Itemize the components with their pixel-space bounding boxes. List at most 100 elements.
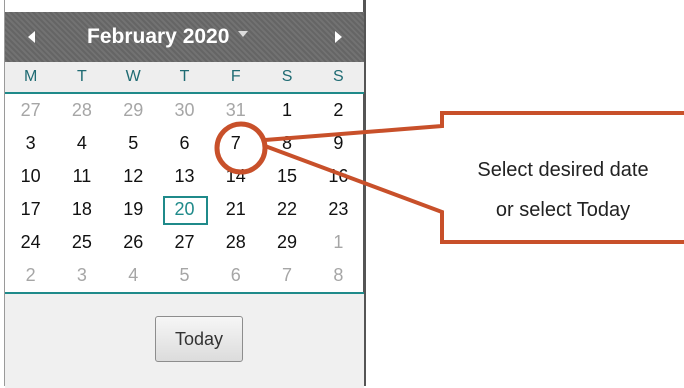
day-cell[interactable]: 1 bbox=[261, 94, 312, 127]
weekday-label: T bbox=[179, 68, 190, 85]
day-cell[interactable]: 19 bbox=[108, 193, 159, 226]
day-cell[interactable]: 22 bbox=[261, 193, 312, 226]
day-cell[interactable]: 27 bbox=[5, 94, 56, 127]
day-number: 27 bbox=[174, 232, 195, 252]
day-grid: 27 28 29 30 31 1 2 3 4 5 6 7 8 9 10 11 12 13 14 15 16 17 18 19 2… bbox=[5, 94, 364, 292]
weekday-label: T bbox=[77, 68, 87, 85]
day-cell[interactable]: 29 bbox=[261, 226, 312, 259]
triangle-down-icon bbox=[238, 31, 249, 37]
prev-month-button[interactable] bbox=[11, 12, 51, 62]
day-cell[interactable]: 1 bbox=[313, 226, 364, 259]
day-cell[interactable]: 9 bbox=[313, 127, 364, 160]
day-cell[interactable]: 30 bbox=[159, 94, 210, 127]
day-cell[interactable]: 14 bbox=[210, 160, 261, 193]
day-number: 18 bbox=[71, 199, 92, 219]
day-number: 3 bbox=[25, 133, 36, 153]
day-cell[interactable]: 26 bbox=[108, 226, 159, 259]
day-cell[interactable]: 10 bbox=[5, 160, 56, 193]
day-number: 27 bbox=[20, 100, 41, 120]
day-number: 31 bbox=[225, 100, 246, 120]
day-cell[interactable]: 27 bbox=[159, 226, 210, 259]
day-cell[interactable]: 5 bbox=[108, 127, 159, 160]
day-cell[interactable]: 18 bbox=[56, 193, 107, 226]
day-cell[interactable]: 21 bbox=[210, 193, 261, 226]
day-number: 5 bbox=[179, 265, 190, 285]
weekday-label: S bbox=[332, 68, 344, 85]
weekday-label: W bbox=[125, 68, 141, 85]
day-number: 30 bbox=[174, 100, 195, 120]
day-cell[interactable]: 23 bbox=[313, 193, 364, 226]
day-number: 2 bbox=[25, 265, 36, 285]
day-number: 14 bbox=[225, 166, 246, 186]
day-cell[interactable]: 2 bbox=[313, 94, 364, 127]
day-cell[interactable]: 17 bbox=[5, 193, 56, 226]
day-cell[interactable]: 11 bbox=[56, 160, 107, 193]
weekday-label: S bbox=[281, 68, 293, 85]
day-number: 19 bbox=[123, 199, 144, 219]
week-row: 2 3 4 5 6 7 8 bbox=[5, 259, 364, 292]
day-number: 8 bbox=[333, 265, 344, 285]
day-number: 17 bbox=[20, 199, 41, 219]
day-number: 3 bbox=[76, 265, 87, 285]
day-cell[interactable]: 16 bbox=[313, 160, 364, 193]
day-number: 23 bbox=[328, 199, 349, 219]
day-cell[interactable]: 31 bbox=[210, 94, 261, 127]
day-number: 9 bbox=[333, 133, 344, 153]
weekday-header: M T W T F S S bbox=[5, 62, 364, 94]
day-number: 20 bbox=[174, 199, 195, 219]
day-cell[interactable]: 6 bbox=[210, 259, 261, 292]
weekday-label: M bbox=[23, 68, 38, 85]
day-number: 6 bbox=[179, 133, 190, 153]
day-cell[interactable]: 24 bbox=[5, 226, 56, 259]
day-cell[interactable]: 7 bbox=[261, 259, 312, 292]
day-number: 4 bbox=[76, 133, 87, 153]
day-cell[interactable]: 15 bbox=[261, 160, 312, 193]
day-number: 22 bbox=[277, 199, 298, 219]
day-cell[interactable]: 3 bbox=[56, 259, 107, 292]
day-cell[interactable]: 29 bbox=[108, 94, 159, 127]
day-cell[interactable]: 28 bbox=[210, 226, 261, 259]
triangle-right-icon bbox=[334, 31, 342, 43]
day-cell[interactable]: 4 bbox=[108, 259, 159, 292]
week-row: 10 11 12 13 14 15 16 bbox=[5, 160, 364, 193]
day-cell[interactable]: 13 bbox=[159, 160, 210, 193]
callout-line-1: Select desired date bbox=[477, 159, 649, 181]
day-cell[interactable]: 28 bbox=[56, 94, 107, 127]
day-number: 4 bbox=[128, 265, 139, 285]
day-number: 26 bbox=[123, 232, 144, 252]
month-year-selector[interactable]: February 2020 bbox=[87, 12, 249, 62]
day-cell[interactable]: 2 bbox=[5, 259, 56, 292]
day-number: 29 bbox=[123, 100, 144, 120]
week-row: 24 25 26 27 28 29 1 bbox=[5, 226, 364, 259]
day-cell[interactable]: 8 bbox=[313, 259, 364, 292]
day-number: 25 bbox=[71, 232, 92, 252]
next-month-button[interactable] bbox=[318, 12, 358, 62]
day-cell[interactable]: 7 bbox=[210, 127, 261, 160]
day-cell[interactable]: 3 bbox=[5, 127, 56, 160]
callout-box: Select desired date or select Today bbox=[442, 150, 684, 246]
day-cell[interactable]: 4 bbox=[56, 127, 107, 160]
day-number: 16 bbox=[328, 166, 349, 186]
day-number: 6 bbox=[230, 265, 241, 285]
day-cell[interactable]: 12 bbox=[108, 160, 159, 193]
day-cell[interactable]: 5 bbox=[159, 259, 210, 292]
day-number: 12 bbox=[123, 166, 144, 186]
day-number: 1 bbox=[333, 232, 344, 252]
month-year-label: February 2020 bbox=[87, 25, 230, 48]
today-button[interactable]: Today bbox=[155, 316, 243, 362]
day-number: 29 bbox=[277, 232, 298, 252]
week-row: 17 18 19 20 21 22 23 bbox=[5, 193, 364, 226]
callout-line-2: or select Today bbox=[495, 199, 631, 221]
day-number: 28 bbox=[71, 100, 92, 120]
day-number: 7 bbox=[230, 133, 241, 153]
triangle-left-icon bbox=[27, 31, 35, 43]
day-cell[interactable]: 25 bbox=[56, 226, 107, 259]
day-number: 15 bbox=[277, 166, 298, 186]
day-number: 24 bbox=[20, 232, 41, 252]
week-row: 3 4 5 6 7 8 9 bbox=[5, 127, 364, 160]
day-cell-today[interactable]: 20 bbox=[159, 193, 210, 226]
day-number: 1 bbox=[282, 100, 293, 120]
calendar-header: February 2020 bbox=[5, 12, 364, 62]
day-cell[interactable]: 6 bbox=[159, 127, 210, 160]
day-cell[interactable]: 8 bbox=[261, 127, 312, 160]
